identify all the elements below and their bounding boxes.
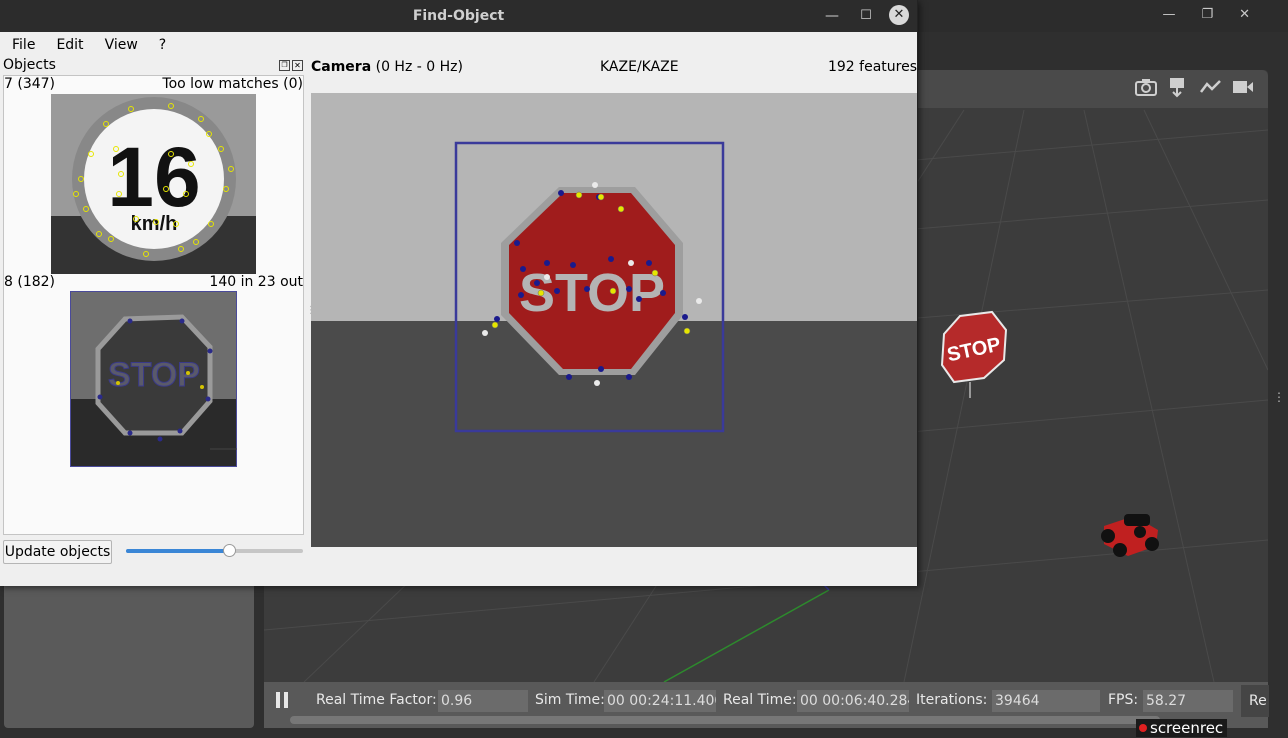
update-objects-button[interactable]: Update objects bbox=[3, 540, 112, 564]
real-time-field: 00 00:06:40.284 bbox=[797, 690, 909, 712]
objects-slider-handle[interactable] bbox=[222, 544, 236, 557]
object-7-image[interactable]: 16 km/h bbox=[51, 94, 256, 274]
minimize-button[interactable]: — bbox=[824, 6, 840, 26]
object-8-status: 140 in 23 out bbox=[209, 274, 303, 290]
video-icon[interactable] bbox=[1232, 78, 1254, 96]
reset-button[interactable]: Re bbox=[1241, 685, 1269, 717]
camera-icon[interactable] bbox=[1135, 78, 1157, 96]
menu-file[interactable]: File bbox=[0, 34, 44, 56]
objects-slider[interactable] bbox=[126, 549, 303, 553]
menu-bar: File Edit View ? bbox=[0, 34, 917, 56]
log-icon[interactable] bbox=[1168, 78, 1190, 98]
side-panel-handle[interactable]: ⋮ bbox=[1273, 390, 1285, 404]
background-window-controls: — ❐ ✕ bbox=[1162, 7, 1250, 22]
camera-feature-count: 192 features bbox=[827, 59, 917, 75]
iterations-field: 39464 bbox=[992, 690, 1100, 712]
camera-label: Camera bbox=[311, 59, 372, 75]
fps-field: 58.27 bbox=[1143, 690, 1233, 712]
window-bottom-strip bbox=[0, 568, 917, 586]
status-scrollbar[interactable] bbox=[290, 716, 1160, 724]
window-title: Find-Object bbox=[412, 8, 505, 24]
dock-float-button[interactable]: ❐ bbox=[279, 60, 290, 71]
menu-edit[interactable]: Edit bbox=[44, 34, 92, 56]
camera-header: Camera (0 Hz - 0 Hz) KAZE/KAZE 192 featu… bbox=[311, 57, 917, 79]
pause-button[interactable] bbox=[272, 690, 292, 712]
object-8-id: 8 (182) bbox=[4, 274, 56, 290]
dock-close-button[interactable]: ✕ bbox=[292, 60, 303, 71]
menu-help[interactable]: ? bbox=[147, 34, 175, 56]
scene-stop-sign: STOP bbox=[940, 310, 1008, 398]
objects-slider-fill bbox=[126, 549, 229, 553]
find-object-titlebar[interactable]: Find-Object — ☐ ✕ bbox=[0, 0, 917, 32]
camera-view[interactable]: STOP bbox=[311, 93, 917, 547]
bg-minimize-button[interactable]: — bbox=[1162, 7, 1175, 22]
scene-robot bbox=[1101, 514, 1159, 557]
bg-close-button[interactable]: ✕ bbox=[1239, 7, 1250, 22]
svg-text:STOP: STOP bbox=[108, 356, 200, 394]
iterations-label: Iterations: bbox=[916, 692, 988, 708]
camera-title: Camera (0 Hz - 0 Hz) bbox=[311, 59, 463, 75]
plot-icon[interactable] bbox=[1200, 78, 1222, 96]
objects-dock-title: Objects bbox=[3, 57, 56, 73]
find-object-window: Find-Object — ☐ ✕ File Edit View ? Objec… bbox=[0, 0, 918, 586]
sim-time-label: Sim Time: bbox=[535, 692, 605, 708]
object-7-id: 7 (347) bbox=[4, 76, 56, 92]
fps-label: FPS: bbox=[1108, 692, 1139, 708]
real-time-factor-field: 0.96 bbox=[438, 690, 528, 712]
svg-text:16: 16 bbox=[107, 130, 200, 224]
camera-descriptor: KAZE/KAZE bbox=[600, 59, 679, 75]
sim-time-field: 00 00:24:11.400 bbox=[604, 690, 716, 712]
close-button[interactable]: ✕ bbox=[889, 5, 909, 25]
background-left-panel bbox=[4, 582, 254, 728]
real-time-factor-label: Real Time Factor: bbox=[316, 692, 437, 708]
camera-rate: (0 Hz - 0 Hz) bbox=[375, 59, 463, 75]
maximize-button[interactable]: ☐ bbox=[858, 6, 874, 26]
object-8-image[interactable]: STOP bbox=[70, 291, 237, 467]
real-time-label: Real Time: bbox=[723, 692, 797, 708]
screenrec-watermark: screenrec bbox=[1136, 719, 1228, 737]
menu-view[interactable]: View bbox=[93, 34, 147, 56]
object-7-status: Too low matches (0) bbox=[162, 76, 303, 92]
bg-restore-button[interactable]: ❐ bbox=[1201, 7, 1213, 22]
